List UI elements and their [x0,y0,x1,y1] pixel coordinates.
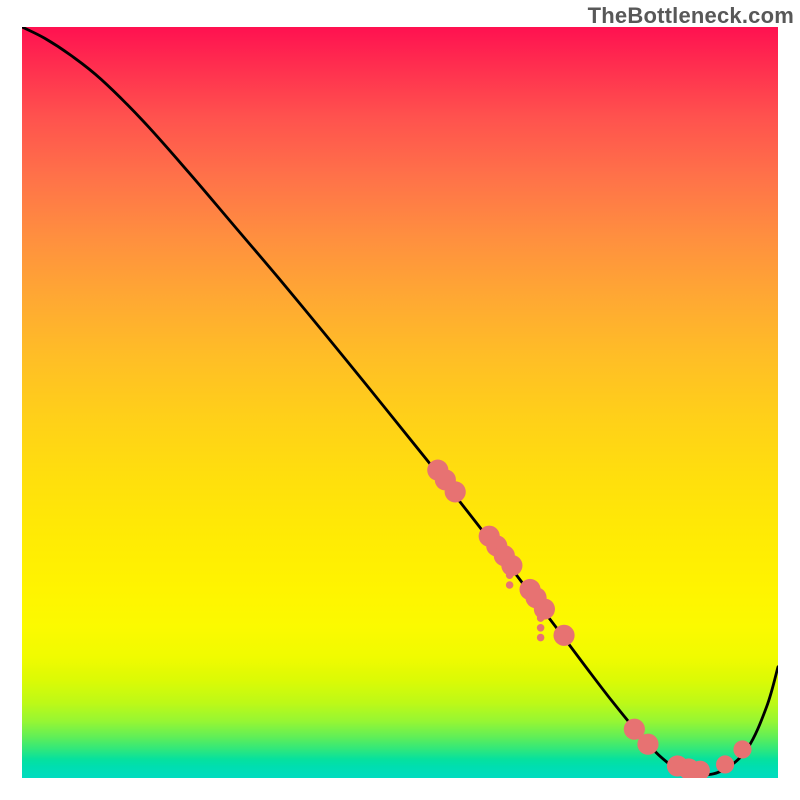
point-drip-a-1 [537,614,545,622]
curve-layer [22,27,778,775]
point-drip-a-2 [537,624,545,632]
point-drip-b-2 [506,581,514,589]
point-cluster-a-3 [445,481,466,502]
watermark-text: TheBottleneck.com [588,3,794,29]
bottleneck-curve [22,27,778,775]
plot-area [22,27,778,778]
point-upslope-1 [716,755,734,773]
point-drip-b-1 [506,571,514,579]
point-upslope-2 [733,740,751,758]
chart-svg [22,27,778,778]
chart-frame: TheBottleneck.com [0,0,800,800]
point-cluster-c-3 [534,598,555,619]
point-mid-1 [553,625,574,646]
point-drip-a-3 [537,634,545,642]
points-layer [427,460,751,778]
point-valley-2 [637,734,658,755]
